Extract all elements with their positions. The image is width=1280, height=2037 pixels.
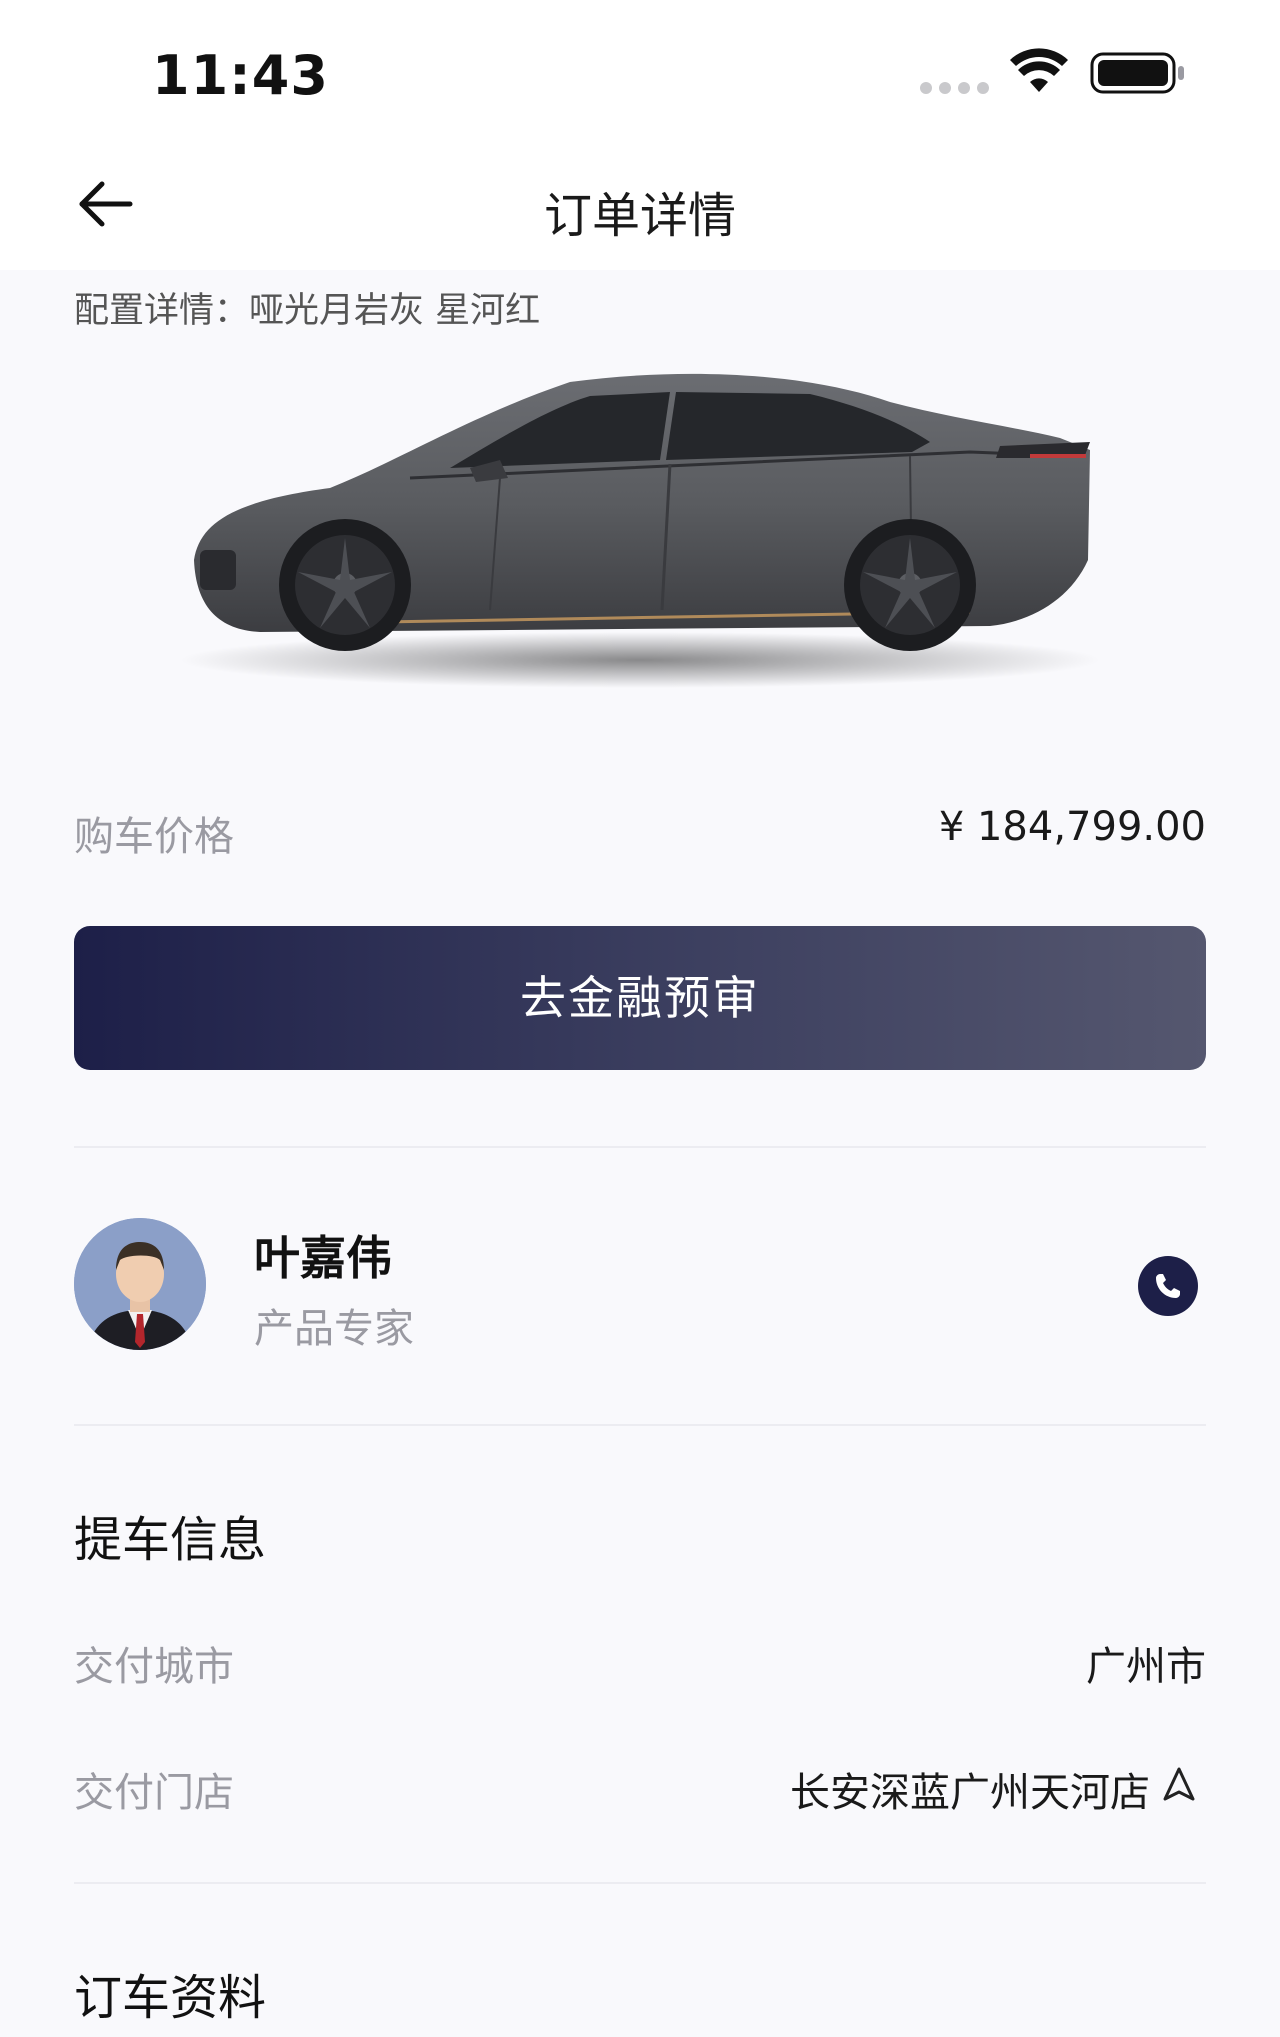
divider (74, 1424, 1206, 1426)
avatar (74, 1218, 206, 1350)
cellular-dots-icon (920, 82, 989, 94)
order-detail-page: 11:43 订单详情 配置详情：哑光月岩灰 星河红 购车价格 ¥ 184,799… (0, 0, 1280, 2037)
delivery-city-value: 广州市 (1086, 1644, 1206, 1690)
price-label: 购车价格 (74, 814, 234, 860)
delivery-city-label: 交付城市 (74, 1644, 234, 1690)
delivery-store-label: 交付门店 (74, 1770, 234, 1816)
rear-wheel (844, 519, 976, 651)
battery-icon (1090, 52, 1184, 94)
status-time: 11:43 (152, 44, 329, 107)
config-details: 配置详情：哑光月岩灰 星河红 (74, 291, 541, 331)
front-wheel (279, 519, 411, 651)
advisor-name: 叶嘉伟 (254, 1231, 392, 1285)
order-docs-section-title: 订车资料 (74, 1970, 267, 2026)
finance-prereview-button[interactable]: 去金融预审 (74, 926, 1206, 1070)
navigation-arrow-icon[interactable] (1162, 1766, 1196, 1802)
phone-icon (1156, 1274, 1180, 1298)
page-title: 订单详情 (543, 188, 736, 244)
status-bar: 11:43 (0, 0, 1280, 140)
advisor-role: 产品专家 (254, 1306, 414, 1352)
pickup-section-title: 提车信息 (74, 1512, 267, 1568)
price-value: ¥ 184,799.00 (938, 804, 1206, 850)
navigation-bar: 订单详情 (0, 140, 1280, 270)
delivery-store-value[interactable]: 长安深蓝广州天河店 (790, 1760, 1150, 1818)
call-advisor-button[interactable] (1138, 1256, 1198, 1316)
car-side-image (180, 373, 1100, 688)
divider (74, 1882, 1206, 1884)
divider (74, 1146, 1206, 1148)
wifi-icon (1010, 48, 1068, 92)
